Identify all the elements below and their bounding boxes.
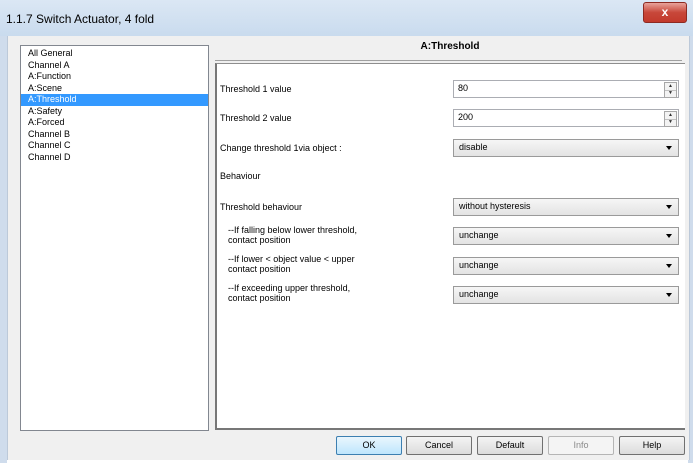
nav-item-channel-b[interactable]: Channel B [21,129,208,141]
falling-below-label: --If falling below lower threshold, cont… [228,225,357,245]
between-label: --If lower < object value < upper contac… [228,254,355,274]
nav-item-channel-d[interactable]: Channel D [21,152,208,164]
between-label-line1: --If lower < object value < upper [228,254,355,264]
threshold1-stepper[interactable]: ▲ ▼ [664,82,677,98]
nav-item-a-forced[interactable]: A:Forced [21,117,208,129]
falling-below-select[interactable]: unchange [453,227,679,245]
window-frame-left [0,36,7,463]
falling-below-value: unchange [459,230,499,240]
nav-item-a-function[interactable]: A:Function [21,71,208,83]
exceeding-select[interactable]: unchange [453,286,679,304]
nav-item-a-threshold[interactable]: A:Threshold [21,94,208,106]
title-bar: 1.1.7 Switch Actuator, 4 fold x [0,0,693,37]
threshold-behaviour-select[interactable]: without hysteresis [453,198,679,216]
threshold2-spinbox[interactable]: 200 ▲ ▼ [453,109,679,127]
info-button[interactable]: Info [548,436,614,455]
nav-item-all-general[interactable]: All General [21,48,208,60]
threshold1-label: Threshold 1 value [220,84,292,94]
default-button[interactable]: Default [477,436,543,455]
exceeding-label-line1: --If exceeding upper threshold, [228,283,351,293]
spin-down-icon[interactable]: ▼ [665,90,676,97]
change-threshold-select[interactable]: disable [453,139,679,157]
nav-item-a-safety[interactable]: A:Safety [21,106,208,118]
exceeding-label-line2: contact position [228,293,291,303]
exceeding-value: unchange [459,289,499,299]
nav-item-channel-a[interactable]: Channel A [21,60,208,72]
parameter-tree[interactable]: All General Channel A A:Function A:Scene… [20,45,209,431]
threshold1-value: 80 [458,83,469,93]
change-threshold-label: Change threshold 1via object : [220,143,342,153]
title-divider [215,60,682,61]
threshold-behaviour-label: Threshold behaviour [220,202,303,212]
close-icon: x [661,5,669,19]
threshold2-stepper[interactable]: ▲ ▼ [664,111,677,127]
chevron-down-icon [666,234,672,238]
chevron-down-icon [666,293,672,297]
threshold2-value: 200 [458,112,474,122]
between-value: unchange [459,260,499,270]
threshold1-spinbox[interactable]: 80 ▲ ▼ [453,80,679,98]
page-title: A:Threshold [420,41,480,52]
between-select[interactable]: unchange [453,257,679,275]
nav-item-channel-c[interactable]: Channel C [21,140,208,152]
chevron-down-icon [666,146,672,150]
exceeding-label: --If exceeding upper threshold, contact … [228,283,350,303]
falling-below-label-line1: --If falling below lower threshold, [228,225,358,235]
close-button[interactable]: x [643,2,687,23]
help-button[interactable]: Help [619,436,685,455]
falling-below-label-line2: contact position [228,235,291,245]
window-title: 1.1.7 Switch Actuator, 4 fold [6,12,155,26]
ok-button[interactable]: OK [336,436,402,455]
spin-down-icon[interactable]: ▼ [665,119,676,126]
cancel-button[interactable]: Cancel [406,436,472,455]
behaviour-heading: Behaviour [220,171,261,181]
nav-item-a-scene[interactable]: A:Scene [21,83,208,95]
chevron-down-icon [666,264,672,268]
between-label-line2: contact position [228,264,291,274]
change-threshold-value: disable [459,142,488,152]
chevron-down-icon [666,205,672,209]
threshold2-label: Threshold 2 value [220,113,292,123]
threshold-behaviour-value: without hysteresis [459,201,531,211]
